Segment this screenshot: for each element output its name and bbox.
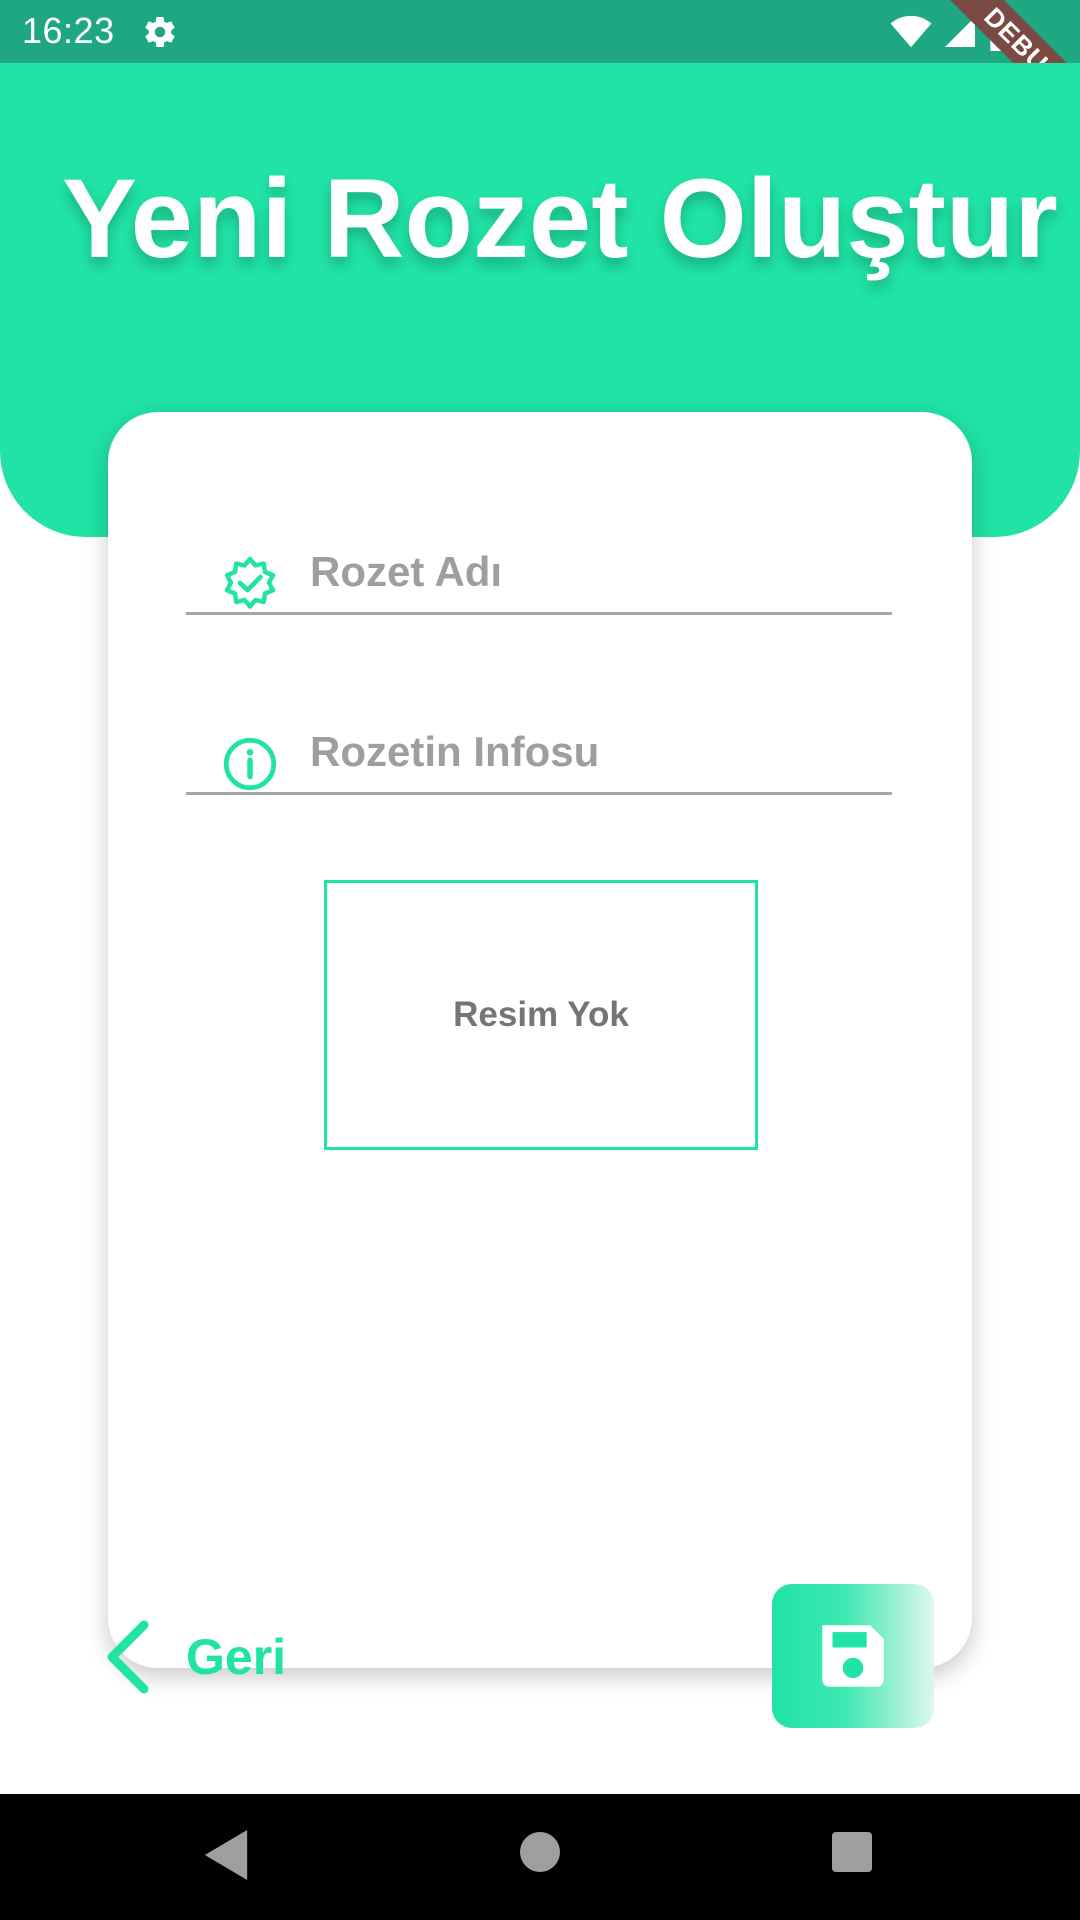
gear-icon <box>145 17 175 48</box>
status-bar: 16:23 DEBUG <box>0 0 1080 139</box>
page-title: Yeni Rozet Oluştur <box>62 156 1058 281</box>
badge-form-card: Resim Yok <box>108 412 972 1668</box>
nav-home-icon[interactable] <box>520 1832 560 1872</box>
wifi-icon <box>890 15 932 48</box>
back-button-label: Geri <box>186 1629 287 1685</box>
nav-recents-icon[interactable] <box>832 1832 872 1872</box>
nav-back-icon[interactable] <box>204 1830 248 1880</box>
chevron-left-icon <box>107 1620 149 1694</box>
badge-info-input[interactable] <box>310 722 870 782</box>
status-time: 16:23 <box>22 10 115 51</box>
badge-info-field <box>186 692 892 795</box>
back-button[interactable]: Geri <box>104 1620 286 1694</box>
save-button[interactable] <box>772 1584 934 1728</box>
verified-badge-icon <box>224 556 276 609</box>
system-nav-bar <box>0 1794 1080 1920</box>
badge-name-field <box>186 512 892 615</box>
save-icon <box>822 1625 884 1687</box>
info-icon <box>223 737 277 791</box>
no-image-label: Resim Yok <box>453 995 629 1034</box>
badge-name-input[interactable] <box>310 542 870 602</box>
badge-image-picker[interactable]: Resim Yok <box>324 880 758 1150</box>
